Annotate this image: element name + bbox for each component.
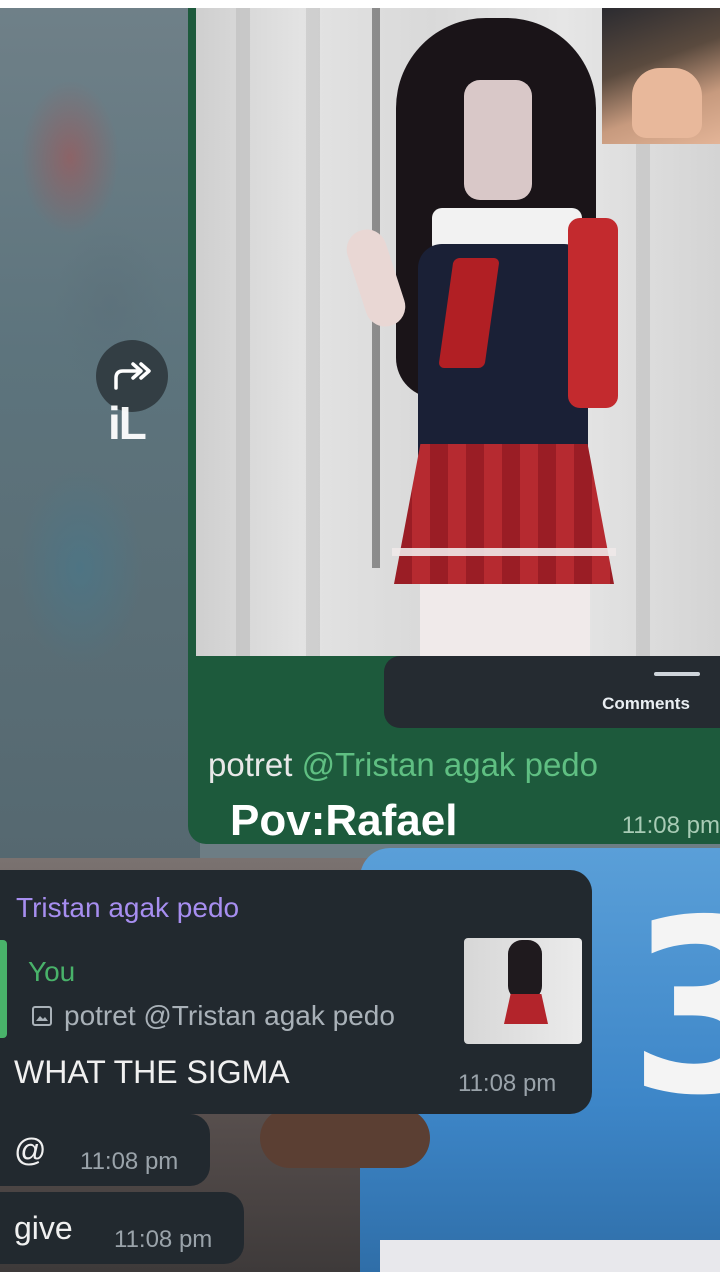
photo-legs — [420, 584, 590, 656]
screenshot-canvas: Comments potret @Tristan agak pedo 11:08… — [0, 8, 720, 1272]
message-time: 11:08 pm — [114, 1226, 213, 1253]
message-text: give — [14, 1210, 73, 1246]
quoted-author: You — [28, 956, 76, 987]
message-text: @ — [14, 1132, 47, 1168]
photo-phone — [464, 80, 532, 200]
incoming-message[interactable]: Tristan agak pedo You potret @Tristan ag… — [0, 870, 592, 1114]
message-time: 11:08 pm — [80, 1148, 179, 1175]
forward-icon — [114, 362, 151, 390]
quote-bar — [0, 940, 7, 1038]
quoted-thumbnail[interactable] — [464, 938, 582, 1044]
thumb-hair — [508, 940, 542, 1000]
sender-name[interactable]: Tristan agak pedo — [16, 892, 239, 924]
photo-bag-strap — [568, 218, 618, 408]
image-icon — [32, 1006, 52, 1026]
drag-handle[interactable] — [654, 672, 700, 676]
thumb-skirt — [504, 994, 548, 1024]
inset-hand — [632, 68, 702, 138]
comments-bar[interactable]: Comments — [384, 656, 720, 728]
quoted-text: potret @Tristan agak pedo — [64, 1000, 395, 1031]
incoming-message[interactable]: @ 11:08 pm — [0, 1114, 210, 1186]
blurred-background — [0, 8, 200, 868]
jersey-number: 3 — [628, 868, 720, 1148]
caption-mention[interactable]: @Tristan agak pedo — [302, 746, 598, 783]
background-arm — [260, 1108, 430, 1168]
photo-skirt-band — [392, 548, 616, 556]
message-time: 11:08 pm — [621, 812, 720, 839]
caption-text: potret — [208, 746, 302, 783]
comments-label: Comments — [602, 694, 690, 713]
overlay-title: Pov:Rafael — [230, 796, 458, 845]
incoming-message[interactable]: give 11:08 pm — [0, 1192, 244, 1264]
media-caption: potret @Tristan agak pedo — [208, 746, 598, 784]
watermark-logo: iL — [108, 397, 147, 449]
curtain-fold — [236, 8, 250, 656]
message-time: 11:08 pm — [458, 1070, 557, 1097]
video-inset-thumbnail[interactable] — [602, 8, 720, 144]
message-text: WHAT THE SIGMA — [14, 1054, 290, 1090]
curtain-fold — [306, 8, 320, 656]
forwarded-media-message[interactable]: Comments potret @Tristan agak pedo 11:08… — [188, 8, 720, 844]
photo-skirt — [394, 444, 614, 584]
quoted-preview[interactable]: potret @Tristan agak pedo — [30, 1000, 395, 1032]
background-band — [380, 1240, 720, 1272]
